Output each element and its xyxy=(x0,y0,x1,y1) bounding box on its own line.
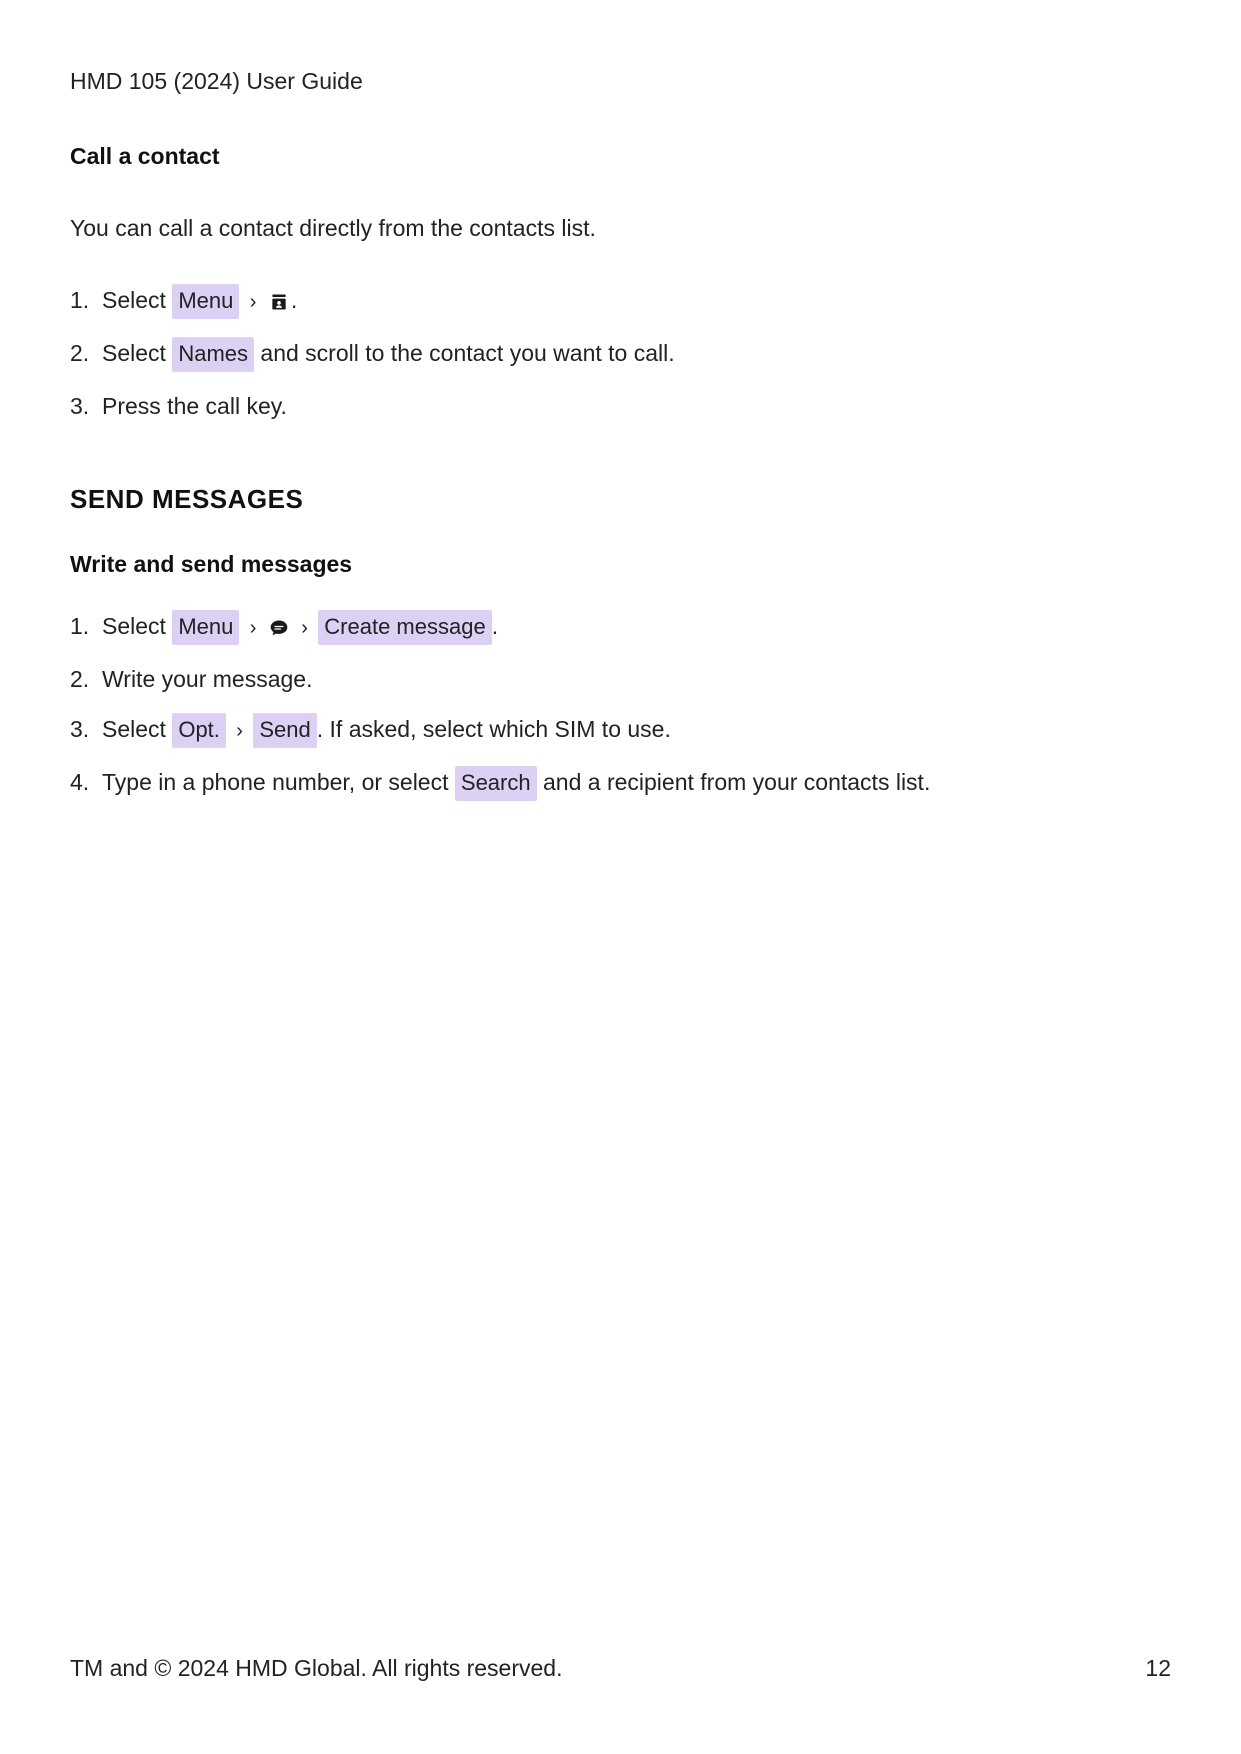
page-number: 12 xyxy=(1145,1655,1171,1682)
chevron-icon: › xyxy=(250,288,257,316)
messages-icon xyxy=(269,618,289,638)
step-text: Write your message. xyxy=(102,666,312,692)
send-messages-steps: Select Menu › › Create message. Write yo… xyxy=(70,610,1171,801)
call-contact-steps: Select Menu › . Select Names and scroll … xyxy=(70,284,1171,422)
chevron-icon: › xyxy=(301,614,308,642)
step-text: . xyxy=(492,613,498,639)
step-text: Type in a phone number, or select xyxy=(102,769,455,795)
send-label: Send xyxy=(253,713,316,748)
menu-label: Menu xyxy=(172,610,239,645)
list-item: Select Menu › › Create message. xyxy=(70,610,1171,645)
list-item: Select Opt. › Send. If asked, select whi… xyxy=(70,713,1171,748)
step-text: and a recipient from your contacts list. xyxy=(537,769,931,795)
call-contact-heading: Call a contact xyxy=(70,143,1171,170)
contacts-icon xyxy=(269,292,289,312)
write-send-subheading: Write and send messages xyxy=(70,551,1171,578)
opt-label: Opt. xyxy=(172,713,226,748)
call-contact-intro: You can call a contact directly from the… xyxy=(70,212,1171,244)
search-label: Search xyxy=(455,766,537,801)
step-text: Select xyxy=(102,716,172,742)
step-text: . If asked, select which SIM to use. xyxy=(317,716,671,742)
names-label: Names xyxy=(172,337,254,372)
send-messages-heading: SEND MESSAGES xyxy=(70,484,1171,515)
page-header-title: HMD 105 (2024) User Guide xyxy=(70,68,1171,95)
step-text: . xyxy=(291,287,297,313)
list-item: Type in a phone number, or select Search… xyxy=(70,766,1171,801)
list-item: Write your message. xyxy=(70,663,1171,695)
step-text: Select xyxy=(102,613,172,639)
list-item: Select Names and scroll to the contact y… xyxy=(70,337,1171,372)
list-item: Press the call key. xyxy=(70,390,1171,422)
copyright-text: TM and © 2024 HMD Global. All rights res… xyxy=(70,1655,562,1682)
chevron-icon: › xyxy=(250,614,257,642)
chevron-icon: › xyxy=(236,717,243,745)
step-text: Select xyxy=(102,287,172,313)
list-item: Select Menu › . xyxy=(70,284,1171,319)
page-footer: TM and © 2024 HMD Global. All rights res… xyxy=(70,1655,1171,1682)
create-message-label: Create message xyxy=(318,610,491,645)
menu-label: Menu xyxy=(172,284,239,319)
step-text: and scroll to the contact you want to ca… xyxy=(254,340,675,366)
step-text: Select xyxy=(102,340,172,366)
step-text: Press the call key. xyxy=(102,393,287,419)
